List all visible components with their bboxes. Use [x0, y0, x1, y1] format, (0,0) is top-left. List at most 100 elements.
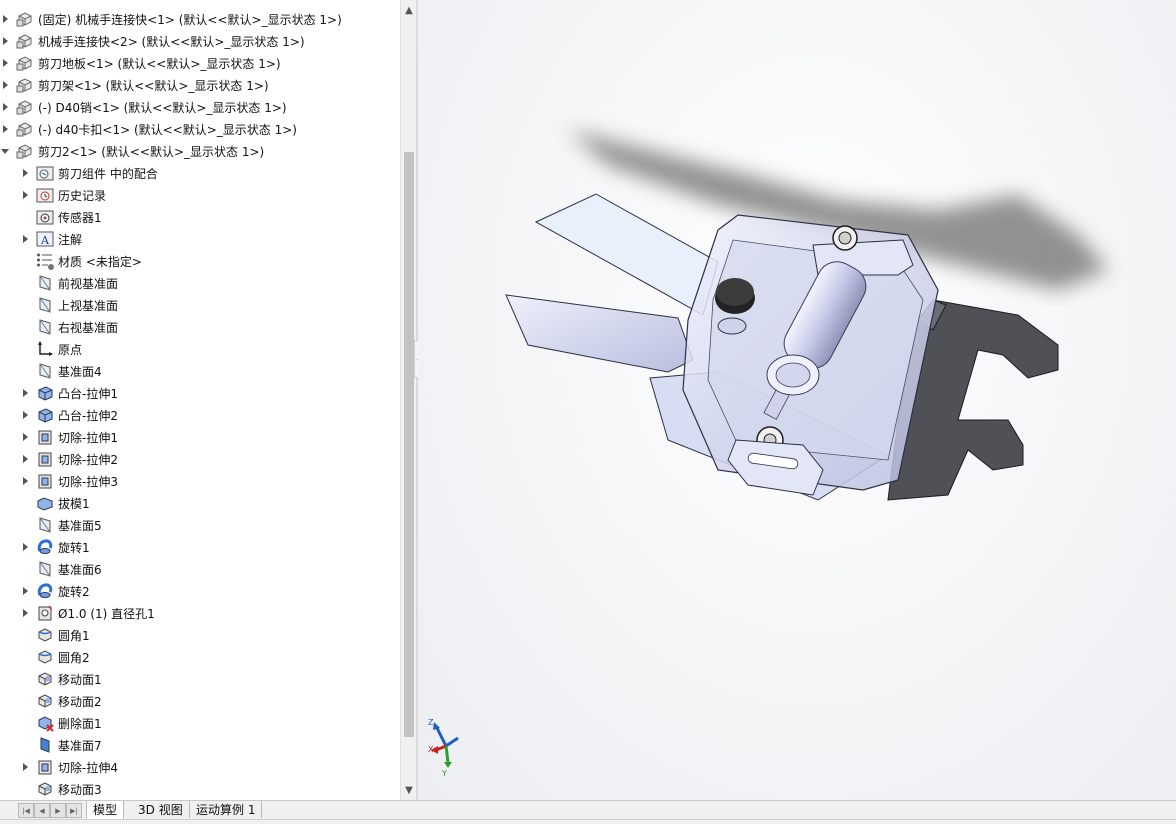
tree-item[interactable]: Ø1.0 (1) 直径孔1 — [0, 602, 400, 624]
tree-item[interactable]: (-) D40销<1> (默认<<默认>_显示状态 1>) — [0, 96, 400, 118]
expand-arrow-icon[interactable] — [20, 542, 30, 552]
tree-item-label: 凸台-拉伸2 — [58, 408, 118, 423]
expand-arrow-icon[interactable] — [20, 432, 30, 442]
tree-item[interactable]: 材质 <未指定> — [0, 250, 400, 272]
tree-item[interactable]: 圆角1 — [0, 624, 400, 646]
expand-arrow-icon[interactable] — [20, 168, 30, 178]
tree-item[interactable]: 切除-拉伸1 — [0, 426, 400, 448]
tree-item[interactable]: 移动面2 — [0, 690, 400, 712]
move-face-icon — [36, 692, 54, 710]
tree-item[interactable]: 拔模1 — [0, 492, 400, 514]
last-tab-arrow-icon[interactable]: ▶| — [66, 803, 82, 818]
tree-item-label: 移动面2 — [58, 694, 102, 709]
tree-item[interactable]: 移动面1 — [0, 668, 400, 690]
tree-item[interactable]: 圆角2 — [0, 646, 400, 668]
assembly-part-icon — [16, 32, 34, 50]
tree-item[interactable]: 切除-拉伸4 — [0, 756, 400, 778]
cut-extrude-icon — [36, 428, 54, 446]
tree-item[interactable]: 传感器1 — [0, 206, 400, 228]
fillet-icon — [36, 626, 54, 644]
delete-face-icon — [36, 714, 54, 732]
tree-item-label: 右视基准面 — [58, 320, 119, 335]
triad-x-label: X — [428, 745, 434, 754]
tree-item[interactable]: 旋转2 — [0, 580, 400, 602]
tab-model[interactable]: 模型 — [86, 801, 125, 820]
tree-item[interactable]: 凸台-拉伸1 — [0, 382, 400, 404]
move-face-icon — [36, 670, 54, 688]
tree-item[interactable]: 剪刀地板<1> (默认<<默认>_显示状态 1>) — [0, 52, 400, 74]
revolve-icon — [36, 582, 54, 600]
scroll-thumb[interactable] — [404, 152, 414, 737]
tab-motion-study[interactable]: 运动算例 1 — [190, 801, 263, 818]
collapse-arrow-icon[interactable] — [0, 146, 10, 156]
tree-item[interactable]: 切除-拉伸3 — [0, 470, 400, 492]
tree-item[interactable]: (固定) 机械手连接快<1> (默认<<默认>_显示状态 1>) — [0, 8, 400, 30]
status-bar — [0, 819, 1176, 824]
feature-manager-tree[interactable]: (固定) 机械手连接快<1> (默认<<默认>_显示状态 1>) 机械手连接快<2… — [0, 0, 400, 800]
tree-item-label: 传感器1 — [58, 210, 102, 225]
tree-item[interactable]: A 注解 — [0, 228, 400, 250]
expand-arrow-icon[interactable] — [20, 388, 30, 398]
tree-item[interactable]: (-) d40卡扣<1> (默认<<默认>_显示状态 1>) — [0, 118, 400, 140]
tree-item[interactable]: 剪刀组件 中的配合 — [0, 162, 400, 184]
tree-item-label: 材质 <未指定> — [58, 254, 142, 269]
tree-item[interactable]: 前视基准面 — [0, 272, 400, 294]
tree-item[interactable]: 切除-拉伸2 — [0, 448, 400, 470]
tree-item[interactable]: 旋转1 — [0, 536, 400, 558]
tree-item[interactable]: 基准面6 — [0, 558, 400, 580]
prev-tab-arrow-icon[interactable]: ◀ — [34, 803, 50, 818]
tree-item[interactable]: 上视基准面 — [0, 294, 400, 316]
tree-item[interactable]: 右视基准面 — [0, 316, 400, 338]
expand-arrow-icon[interactable] — [0, 58, 10, 68]
expand-arrow-icon[interactable] — [20, 608, 30, 618]
tree-vertical-scrollbar[interactable]: ▲ ▼ — [400, 0, 417, 800]
tree-item-label: 删除面1 — [58, 716, 102, 731]
next-tab-arrow-icon[interactable]: ▶ — [50, 803, 66, 818]
tree-item[interactable]: 凸台-拉伸2 — [0, 404, 400, 426]
expand-arrow-icon[interactable] — [0, 102, 10, 112]
expand-arrow-icon[interactable] — [20, 234, 30, 244]
tree-item[interactable]: 剪刀2<1> (默认<<默认>_显示状态 1>) — [0, 140, 400, 162]
tree-item[interactable]: 历史记录 — [0, 184, 400, 206]
tree-item[interactable]: 原点 — [0, 338, 400, 360]
tree-item[interactable]: 基准面5 — [0, 514, 400, 536]
tab-3d-view[interactable]: 3D 视图 — [132, 801, 190, 818]
expand-arrow-icon[interactable] — [0, 80, 10, 90]
material-icon — [36, 252, 54, 270]
expand-arrow-icon[interactable] — [20, 190, 30, 200]
tree-item[interactable]: 基准面4 — [0, 360, 400, 382]
tree-item[interactable]: 基准面7 — [0, 734, 400, 756]
scroll-up-arrow-icon[interactable]: ▲ — [401, 2, 417, 18]
expand-arrow-icon[interactable] — [20, 476, 30, 486]
tree-item[interactable]: 机械手连接快<2> (默认<<默认>_显示状态 1>) — [0, 30, 400, 52]
tree-item-label: 基准面5 — [58, 518, 102, 533]
tree-item-label: (固定) 机械手连接快<1> (默认<<默认>_显示状态 1>) — [38, 12, 342, 27]
expand-arrow-icon[interactable] — [0, 36, 10, 46]
expand-arrow-icon[interactable] — [20, 410, 30, 420]
assembly-part-icon — [16, 76, 34, 94]
tree-item-label: 移动面3 — [58, 782, 102, 797]
annotation-icon: A — [36, 230, 54, 248]
tree-item[interactable]: 移动面3 — [0, 778, 400, 800]
tree-item-label: 剪刀架<1> (默认<<默认>_显示状态 1>) — [38, 78, 269, 93]
svg-text:A: A — [40, 234, 50, 247]
plane-icon — [36, 516, 54, 534]
first-tab-arrow-icon[interactable]: |◀ — [18, 803, 34, 818]
scroll-down-arrow-icon[interactable]: ▼ — [401, 782, 417, 798]
history-icon — [36, 186, 54, 204]
expand-arrow-icon[interactable] — [20, 454, 30, 464]
expand-arrow-icon[interactable] — [20, 586, 30, 596]
tree-item[interactable]: 剪刀架<1> (默认<<默认>_显示状态 1>) — [0, 74, 400, 96]
expand-arrow-icon[interactable] — [0, 124, 10, 134]
tree-item-label: 注解 — [58, 232, 83, 247]
expand-arrow-icon[interactable] — [20, 762, 30, 772]
expand-arrow-icon[interactable] — [0, 14, 10, 24]
graphics-viewport[interactable]: Z X Y — [418, 0, 1176, 800]
tree-item[interactable]: 删除面1 — [0, 712, 400, 734]
